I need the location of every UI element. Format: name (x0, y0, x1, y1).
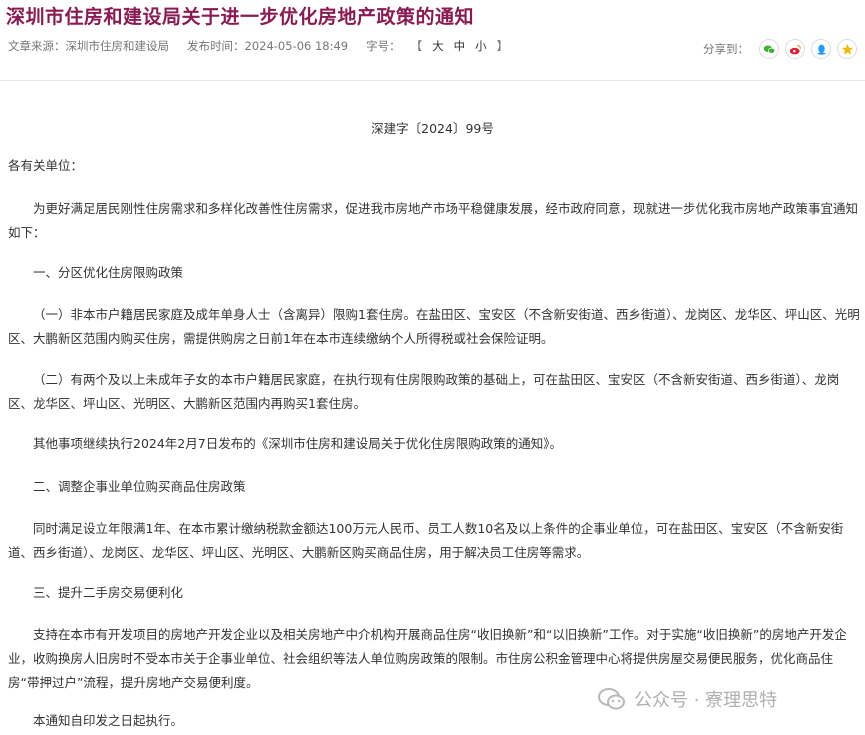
font-size-bracket-open: 【 (410, 39, 423, 53)
font-size-large-button[interactable]: 大 (432, 38, 444, 54)
font-size-control: 字号： 【 大 中 小 】 (366, 38, 508, 54)
qq-icon[interactable] (811, 39, 831, 59)
header-divider (0, 80, 865, 81)
paragraph-intro: 为更好满足居民刚性住房需求和多样化改善性住房需求，促进我市房地产市场平稳健康发展… (8, 201, 859, 240)
share-bar: 分享到： (703, 39, 857, 59)
paragraph-1-other: 其他事项继续执行2024年2月7日发布的《深圳市住房和建设局关于优化住房限购政策… (33, 436, 562, 451)
paragraph-2: 同时满足设立年限满1年、在本市累计缴纳税款金额达100万元人民币、员工人数10名… (8, 521, 844, 560)
watermark: 公众号 · 寮理思特 (598, 686, 777, 712)
document-number: 深建字〔2024〕99号 (371, 121, 494, 136)
article-source: 文章来源：深圳市住房和建设局 (8, 39, 169, 53)
article-title: 深圳市住房和建设局关于进一步优化房地产政策的通知 (6, 6, 475, 28)
font-size-label: 字号： (366, 39, 401, 53)
section-heading-3: 三、提升二手房交易便利化 (33, 585, 184, 600)
paragraph-1-2: （二）有两个及以上未成年子女的本市户籍居民家庭，在执行现有住房限购政策的基础上，… (8, 372, 840, 411)
salutation: 各有关单位： (8, 158, 84, 173)
wechat-official-account-icon (598, 688, 625, 710)
font-size-small-button[interactable]: 小 (475, 38, 487, 54)
paragraph-closing: 本通知自印发之日起执行。 (33, 713, 184, 728)
weibo-icon[interactable] (785, 39, 805, 59)
share-label: 分享到： (703, 42, 749, 56)
paragraph-3: 支持在本市有开发项目的房地产开发企业以及相关房地产中介机构开展商品住房“收旧换新… (8, 627, 847, 690)
article-meta: 文章来源：深圳市住房和建设局 发布时间：2024-05-06 18:49 字号：… (8, 38, 508, 54)
section-heading-2: 二、调整企事业单位购买商品住房政策 (33, 479, 246, 494)
publish-time: 发布时间：2024-05-06 18:49 (187, 39, 349, 53)
wechat-icon[interactable] (759, 39, 779, 59)
section-heading-1: 一、分区优化住房限购政策 (33, 265, 184, 280)
watermark-text: 公众号 · 寮理思特 (634, 690, 778, 711)
paragraph-1-1: （一）非本市户籍居民家庭及成年单身人士（含离异）限购1套住房。在盐田区、宝安区（… (8, 307, 860, 346)
qzone-icon[interactable] (837, 39, 857, 59)
font-size-bracket-close: 】 (496, 39, 509, 53)
font-size-medium-button[interactable]: 中 (454, 38, 466, 54)
